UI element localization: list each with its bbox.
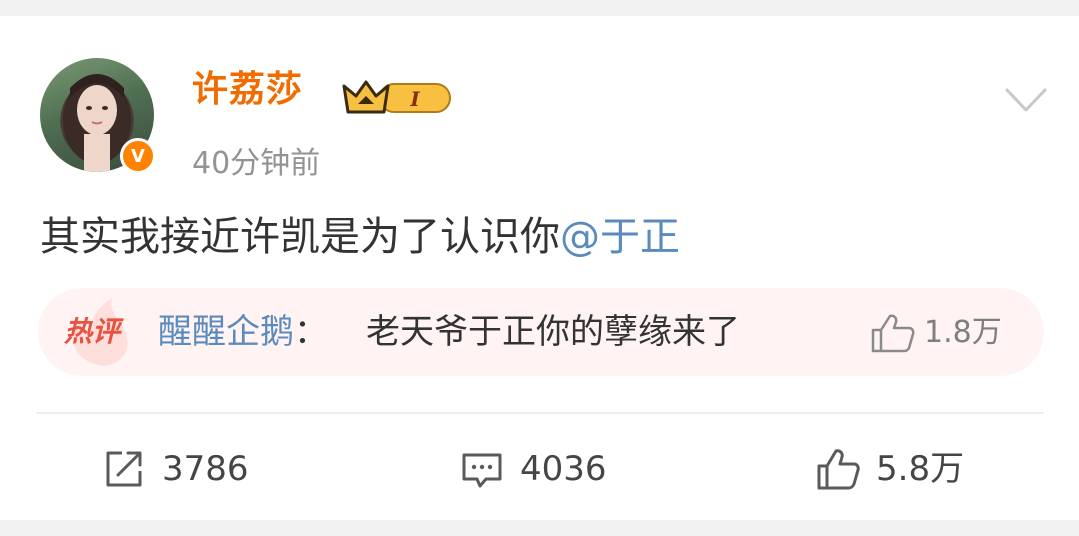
hot-comment-like-count: 1.8万 — [924, 315, 1002, 350]
post-text: 其实我接近许凯是为了认识你 — [40, 214, 560, 260]
verified-badge: V — [120, 138, 156, 174]
comment-button[interactable]: 4036 — [460, 444, 607, 494]
like-button[interactable]: 5.8万 — [816, 444, 964, 494]
like-count: 5.8万 — [876, 449, 965, 489]
divider — [36, 412, 1044, 414]
hot-commenter[interactable]: 醒醒企鹅： — [158, 308, 328, 356]
hot-comment-text: 老天爷于正你的孽缘来了 — [366, 312, 740, 352]
hot-comment-like-button[interactable]: 1.8万 — [870, 312, 1002, 354]
hot-comment-label: 热评 — [64, 315, 121, 348]
author-name[interactable]: 许荔莎 — [192, 68, 303, 112]
comment-icon — [462, 453, 502, 488]
comment-count: 4036 — [520, 449, 607, 489]
chevron-down-icon[interactable] — [1004, 86, 1048, 116]
hot-comment[interactable]: 热评 醒醒企鹅： 老天爷于正你的孽缘来了 1.8万 — [38, 288, 1044, 376]
repost-button[interactable]: 3786 — [102, 444, 249, 494]
weibo-post-card[interactable]: V 许荔莎 I 40分钟前 其实我接近许凯是为了认识你@于正 热评 醒醒企鹅： … — [0, 16, 1079, 520]
vip-crown-badge-icon[interactable]: I — [340, 76, 456, 120]
post-body: 其实我接近许凯是为了认识你@于正 — [40, 208, 680, 266]
mention-link[interactable]: @于正 — [560, 214, 680, 260]
repost-count: 3786 — [162, 449, 249, 489]
repost-icon — [106, 451, 142, 487]
commenter-name[interactable]: 醒醒企鹅 — [158, 312, 294, 352]
thumbs-up-icon — [871, 314, 915, 353]
commenter-colon: ： — [294, 312, 328, 352]
post-timestamp: 40分钟前 — [192, 146, 321, 181]
thumbs-up-icon — [817, 449, 860, 490]
vip-level: I — [409, 87, 420, 111]
